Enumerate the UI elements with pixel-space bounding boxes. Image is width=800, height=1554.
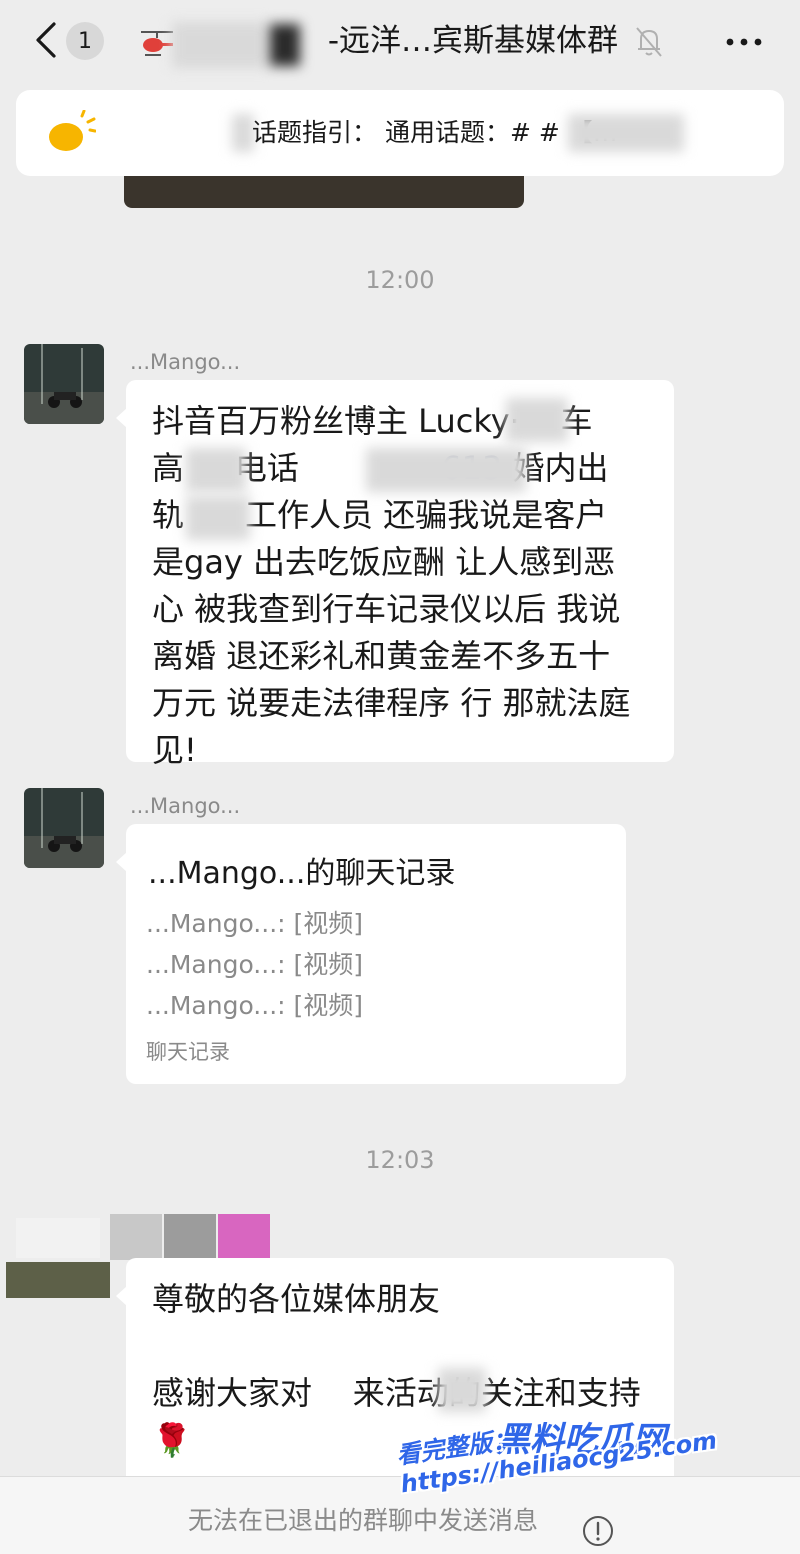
avatar[interactable] — [6, 1218, 110, 1298]
input-disabled-bar: 无法在已退出的群聊中发送消息 — [0, 1476, 800, 1554]
redacted-block — [438, 1368, 486, 1412]
message-text: 抖音百万粉丝博主 Lucky· 车 高 电话 613 婚内出 轨 工作人员 还骗… — [126, 380, 674, 792]
chat-record-line: ...Mango...: [视频] — [146, 991, 364, 1020]
sender-name: ...Mango... — [130, 794, 241, 818]
chevron-left-icon — [36, 22, 56, 58]
disabled-notice: 无法在已退出的群聊中发送消息 — [187, 1506, 538, 1535]
lightbulb-icon — [46, 109, 97, 156]
chat-record-footer: 聊天记录 — [146, 1040, 230, 1064]
message-timestamp: 12:03 — [365, 1146, 435, 1174]
chat-title: -远洋…宾斯基媒体群 — [327, 23, 618, 59]
topic-guide-bar[interactable]: 话题指引： 通用话题：# # 【… — [16, 90, 784, 176]
redacted-block — [164, 1214, 216, 1260]
redacted-block — [506, 398, 568, 442]
topic-guide-text: 话题指引： 通用话题：# # 【… — [252, 118, 618, 147]
avatar[interactable] — [24, 344, 104, 424]
chat-record-line: ...Mango...: [视频] — [146, 950, 364, 979]
chat-record-title: ...Mango...的聊天记录 — [148, 856, 456, 891]
more-options-button[interactable] — [718, 24, 770, 60]
redacted-block — [110, 1214, 162, 1260]
redacted-block — [186, 448, 246, 492]
more-dots-icon — [726, 38, 762, 46]
avatar[interactable] — [24, 788, 104, 868]
redacted-block — [232, 114, 254, 152]
chat-record-card[interactable]: ...Mango...的聊天记录 ...Mango...: [视频] ...Ma… — [116, 824, 626, 1084]
sender-name: ...Mango... — [130, 350, 241, 374]
redacted-block — [568, 114, 684, 152]
info-circle-icon[interactable] — [582, 1515, 614, 1547]
back-button[interactable] — [26, 18, 66, 62]
bell-slash-icon — [632, 24, 666, 60]
redacted-block — [218, 1214, 270, 1260]
chat-record-line: ...Mango...: [视频] — [146, 909, 364, 938]
redacted-block — [366, 448, 526, 492]
image-message-edge[interactable] — [124, 176, 524, 208]
message-timestamp: 12:00 — [365, 266, 435, 294]
chat-header: 1 -远洋…宾斯基媒体群 — [0, 0, 800, 84]
unread-count-badge[interactable]: 1 — [66, 22, 104, 60]
helicopter-icon — [138, 26, 176, 60]
redacted-block — [186, 496, 250, 540]
message-bubble[interactable]: 抖音百万粉丝博主 Lucky· 车 高 电话 613 婚内出 轨 工作人员 还骗… — [116, 380, 674, 769]
